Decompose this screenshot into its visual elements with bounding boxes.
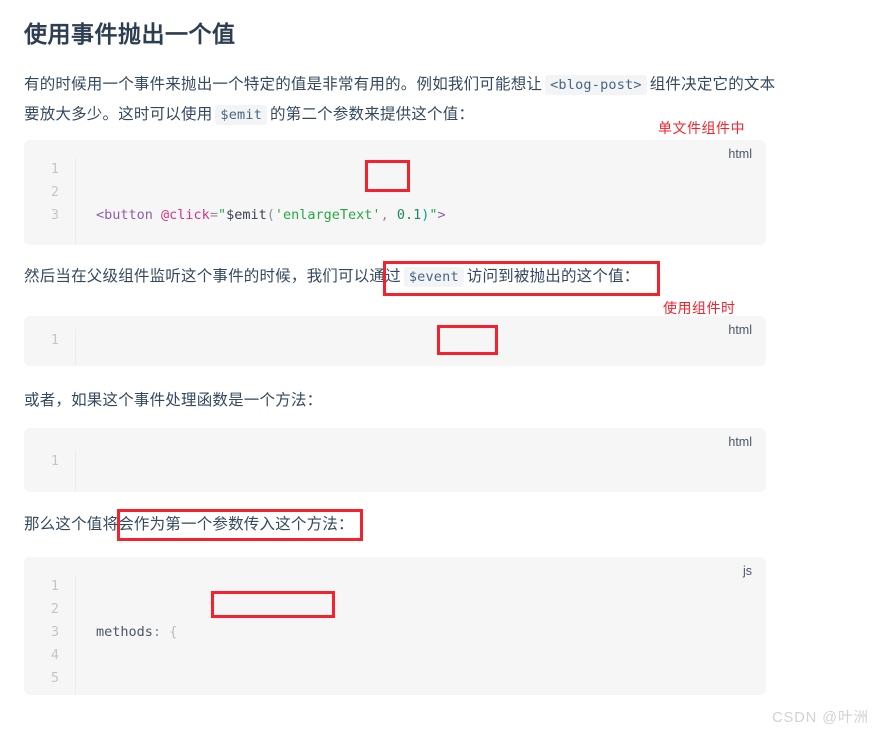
- paragraph-intro-text-d: 的第二个参数来提供这个值：: [270, 106, 475, 123]
- code-block-4-language-label: js: [742, 564, 752, 578]
- code-block-4-content[interactable]: methods: { onEnlargeText(enlargeAmount) …: [76, 575, 766, 695]
- paragraph-intro-text-b: 组件决定它的: [649, 76, 744, 93]
- code-block-3-line-numbers: 1: [24, 450, 76, 492]
- paragraph-intro-text-a: 有的时候用一个事件来抛出一个特定的值是非常有用的。例如我们可能想让: [24, 76, 543, 93]
- annotation-note-when-using-component: 使用组件时: [663, 300, 736, 316]
- paragraph-event-access-text-b: 访问到被抛出的这个值：: [466, 268, 640, 285]
- line-number: 1: [50, 453, 59, 469]
- code-block-2: html 1 <blog-post ... @enlarge-text="pos…: [24, 316, 766, 366]
- code-block-2-line-numbers: 1: [24, 329, 76, 366]
- paragraph-event-access: 然后当在父级组件监听这个事件的时候，我们可以通过 $event 访问到被抛出的这个值…: [24, 262, 804, 292]
- code-line: <button @click="$emit('enlargeText', 0.1…: [96, 207, 446, 223]
- line-number: 2: [50, 184, 59, 200]
- line-number: 1: [50, 332, 59, 348]
- code-line: onEnlargeText(enlargeAmount) {: [96, 690, 766, 695]
- paragraph-first-argument-text-a: 那么这个值将: [24, 516, 119, 533]
- paragraph-first-argument-text-b: 会作为第一个参数传入这个方法：: [118, 516, 354, 533]
- line-number: 1: [50, 161, 59, 177]
- line-number: 1: [50, 578, 59, 594]
- inline-code-emit: $emit: [215, 105, 268, 125]
- code-block-1: html 1 2 3 <button @click="$emit('enlarg…: [24, 140, 766, 245]
- inline-code-blog-post: <blog-post>: [545, 75, 647, 95]
- code-block-3: html 1 <blog-post ... @enlarge-text="onE…: [24, 428, 766, 492]
- code-block-2-language-label: html: [728, 323, 752, 337]
- line-number: 3: [50, 207, 59, 223]
- code-block-4: js 1 2 3 4 5 methods: { onEnlargeText(en…: [24, 557, 766, 695]
- page-title: 使用事件抛出一个值: [24, 21, 236, 47]
- line-number: 2: [50, 601, 59, 617]
- paragraph-method-handler: 或者，如果这个事件处理函数是一个方法：: [24, 392, 323, 409]
- inline-code-event: $event: [403, 267, 464, 287]
- csdn-watermark: CSDN @叶洲: [772, 710, 869, 726]
- code-line: methods: {: [96, 624, 178, 640]
- article-page: 使用事件抛出一个值 有的时候用一个事件来抛出一个特定的值是非常有用的。例如我们可…: [0, 0, 891, 739]
- code-block-3-language-label: html: [728, 435, 752, 449]
- code-block-3-content[interactable]: <blog-post ... @enlarge-text="onEnlargeT…: [76, 450, 766, 492]
- annotation-note-single-file-component: 单文件组件中: [658, 120, 745, 136]
- paragraph-first-argument: 那么这个值将会作为第一个参数传入这个方法：: [24, 510, 354, 540]
- line-number: 3: [50, 624, 59, 640]
- line-number: 5: [50, 670, 59, 686]
- paragraph-event-access-text-a: 然后当在父级组件监听这个事件的时候，我们可以通过: [24, 268, 401, 285]
- code-block-1-language-label: html: [728, 147, 752, 161]
- line-number: 4: [50, 647, 59, 663]
- code-block-1-line-numbers: 1 2 3: [24, 158, 76, 245]
- code-block-2-content[interactable]: <blog-post ... @enlarge-text="postFontSi…: [76, 329, 766, 366]
- code-block-1-content[interactable]: <button @click="$emit('enlargeText', 0.1…: [76, 158, 766, 245]
- code-block-4-line-numbers: 1 2 3 4 5: [24, 575, 76, 695]
